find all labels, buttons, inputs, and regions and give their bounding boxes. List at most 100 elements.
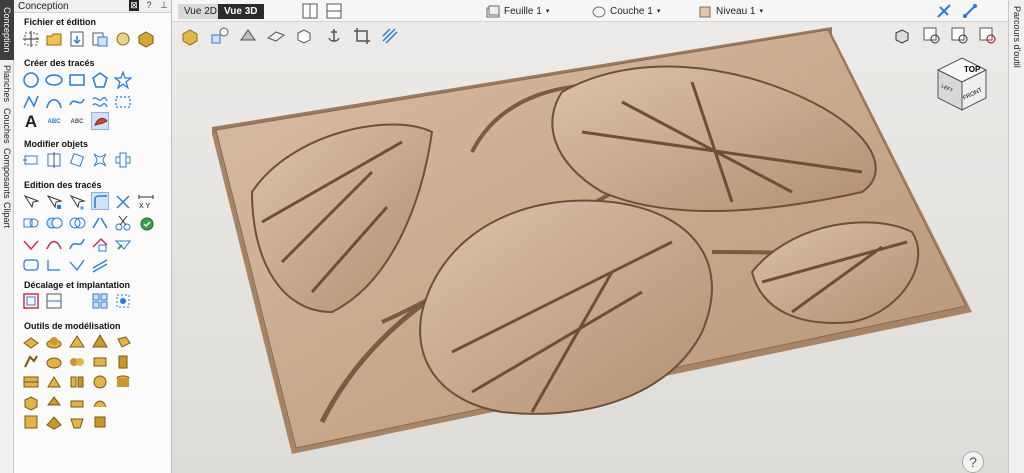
hatch-icon[interactable] xyxy=(380,26,400,46)
sheet-dropdown[interactable]: Feuille 1 ▾ xyxy=(486,4,549,19)
distort-tool-icon[interactable] xyxy=(91,151,109,169)
star-tool-icon[interactable] xyxy=(114,71,132,89)
mirror-tool-icon[interactable] xyxy=(68,373,86,391)
rotate-tool-icon[interactable] xyxy=(68,151,86,169)
extend-tool-icon[interactable] xyxy=(91,235,109,253)
fill-tool-icon[interactable] xyxy=(114,292,132,310)
help-button[interactable]: ? xyxy=(962,451,984,473)
measure-xy-icon[interactable]: X Y xyxy=(137,193,155,211)
shapes-icon[interactable] xyxy=(210,26,230,46)
text-tool-icon[interactable]: A xyxy=(22,113,40,131)
cylinder-tool-icon[interactable] xyxy=(114,373,132,391)
stamp-tool-icon[interactable] xyxy=(45,393,63,411)
split-horizontal-icon[interactable] xyxy=(326,3,342,19)
offset-tool-icon[interactable] xyxy=(22,292,40,310)
smooth-curve-icon[interactable] xyxy=(91,256,109,274)
arc-tool-icon[interactable] xyxy=(45,93,63,111)
bird-vector-tool-icon[interactable] xyxy=(91,112,109,130)
split-view-icon[interactable] xyxy=(302,3,318,19)
zoom-extents-icon[interactable] xyxy=(922,26,942,46)
close-vector-icon[interactable] xyxy=(114,235,132,253)
tab-planches[interactable]: Planches xyxy=(0,62,14,106)
tab-couches[interactable]: Couches xyxy=(0,106,14,146)
trim-tool-icon[interactable] xyxy=(114,193,132,211)
reset-model-icon[interactable] xyxy=(68,413,86,431)
level-dropdown[interactable]: Niveau 1 ▾ xyxy=(698,4,763,19)
help-icon[interactable]: ? xyxy=(144,0,154,11)
crop-icon[interactable] xyxy=(352,26,372,46)
normalize-tool-icon[interactable] xyxy=(91,413,109,431)
nesting-tool-icon[interactable] xyxy=(91,292,109,310)
ellipse-tool-icon[interactable] xyxy=(45,71,63,89)
tab-parcours-outil[interactable]: Parcours d'outil xyxy=(1010,2,1024,72)
copy-along-vector-icon[interactable] xyxy=(45,292,63,310)
tilt-tool-icon[interactable] xyxy=(91,353,109,371)
relief-clipart-icon[interactable] xyxy=(91,393,109,411)
bezier-tool-icon[interactable] xyxy=(68,235,86,253)
pyramid-tool-icon[interactable] xyxy=(91,333,109,351)
tangent-tool-icon[interactable] xyxy=(45,235,63,253)
curve-tool-icon[interactable] xyxy=(68,93,86,111)
slice-tool-icon[interactable] xyxy=(45,373,63,391)
array-tool-icon[interactable] xyxy=(114,151,132,169)
view-3d-button[interactable]: Vue 3D xyxy=(218,4,264,19)
intersect-tool-icon[interactable] xyxy=(68,214,86,232)
scissors-icon[interactable] xyxy=(114,214,132,232)
layer-dropdown[interactable]: Couche 1 ▾ xyxy=(592,4,660,19)
job-setup-icon[interactable] xyxy=(22,30,40,48)
level-tool-icon[interactable] xyxy=(68,393,86,411)
weld-tool-icon[interactable] xyxy=(22,214,40,232)
dock-button[interactable]: ⊠ xyxy=(129,0,139,11)
box-model-icon[interactable] xyxy=(22,393,40,411)
measure-icon[interactable] xyxy=(962,3,978,19)
view-box-icon[interactable] xyxy=(892,26,912,46)
rounded-rect-tool-icon[interactable] xyxy=(22,256,40,274)
zoom-icon[interactable] xyxy=(950,26,970,46)
node-add-icon[interactable] xyxy=(45,193,63,211)
view-cube[interactable]: TOP FRONT LEFT xyxy=(934,56,990,115)
extrude-tool-icon[interactable] xyxy=(114,333,132,351)
sculpt-tool-icon[interactable] xyxy=(22,353,40,371)
import-icon[interactable] xyxy=(91,30,109,48)
plane-icon[interactable] xyxy=(266,26,286,46)
shape-creator-icon[interactable] xyxy=(22,333,40,351)
shading-icon[interactable] xyxy=(180,26,200,46)
node-edit-icon[interactable] xyxy=(22,193,40,211)
circle-tool-icon[interactable] xyxy=(22,71,40,89)
3d-viewport[interactable] xyxy=(172,22,1008,473)
polygon-tool-icon[interactable] xyxy=(91,71,109,89)
rectangle-tool-icon[interactable] xyxy=(68,71,86,89)
two-rail-sweep-icon[interactable] xyxy=(68,333,86,351)
tab-conception[interactable]: Conception xyxy=(0,0,14,60)
view-2d-button[interactable]: Vue 2D xyxy=(178,4,223,19)
scale-z-icon[interactable] xyxy=(114,353,132,371)
open-file-icon[interactable] xyxy=(45,30,63,48)
fillet-tool-icon[interactable] xyxy=(91,192,109,210)
polyline-tool-icon[interactable] xyxy=(22,93,40,111)
dashed-rect-tool-icon[interactable] xyxy=(114,93,132,111)
wave-tool-icon[interactable] xyxy=(91,93,109,111)
zoom-selection-icon[interactable] xyxy=(978,26,998,46)
import-bitmap-icon[interactable] xyxy=(114,30,132,48)
box-icon[interactable] xyxy=(294,26,314,46)
tab-clipart[interactable]: Clipart xyxy=(0,200,14,230)
node-smooth-icon[interactable] xyxy=(68,193,86,211)
join-tool-icon[interactable] xyxy=(91,214,109,232)
export-model-icon[interactable] xyxy=(22,413,40,431)
validate-tool-icon[interactable] xyxy=(137,214,155,232)
text-curve-tool-icon[interactable]: ABC xyxy=(45,113,63,131)
subtract-tool-icon[interactable] xyxy=(45,214,63,232)
snap-icon[interactable] xyxy=(936,3,952,19)
texture-area-icon[interactable] xyxy=(22,373,40,391)
smooth-tool-icon[interactable] xyxy=(45,353,63,371)
save-icon[interactable] xyxy=(68,30,86,48)
align-tool-icon[interactable] xyxy=(45,151,63,169)
text-arc-tool-icon[interactable]: ABC xyxy=(68,113,86,131)
offset-path-icon[interactable] xyxy=(45,256,63,274)
move-tool-icon[interactable] xyxy=(22,151,40,169)
texture-icon[interactable] xyxy=(238,26,258,46)
anchor-icon[interactable] xyxy=(324,26,344,46)
pin-icon[interactable]: ⊥ xyxy=(159,0,169,11)
tab-composants[interactable]: Composants xyxy=(0,146,14,200)
spline-tool-icon[interactable] xyxy=(68,256,86,274)
